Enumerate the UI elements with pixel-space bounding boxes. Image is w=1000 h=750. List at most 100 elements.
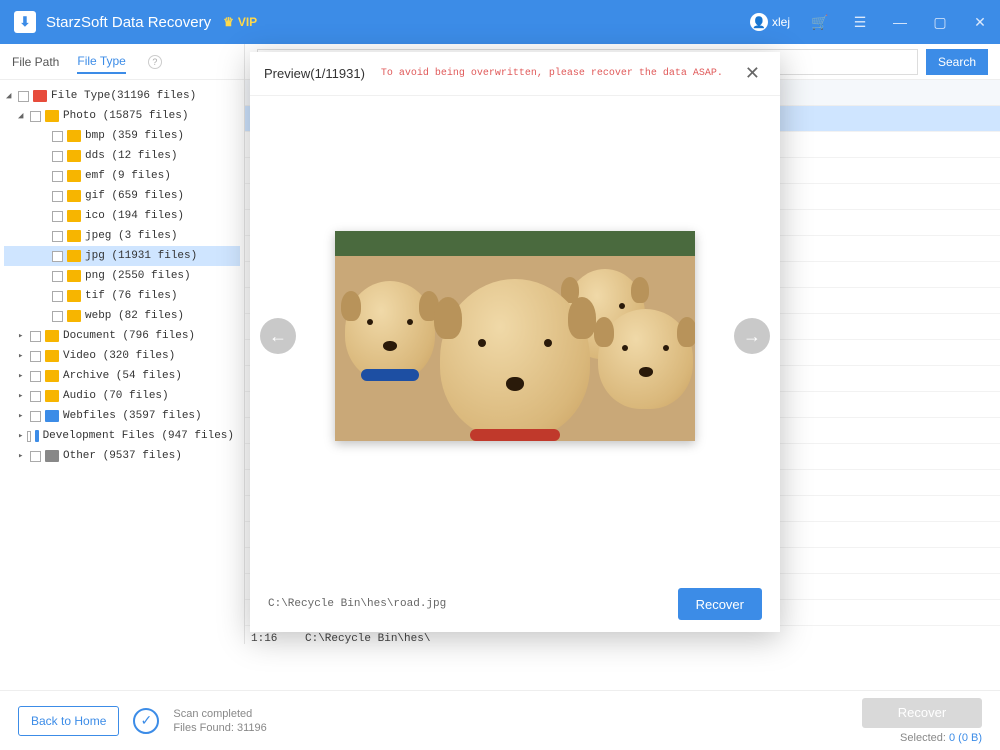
preview-body: ← →	[250, 96, 780, 576]
checkbox[interactable]	[52, 151, 63, 162]
tree-root-label: File Type(31196 files)	[51, 90, 196, 102]
back-to-home-button[interactable]: Back to Home	[18, 706, 119, 736]
folder-icon	[45, 350, 59, 362]
tree-item-other[interactable]: ▸ Other (9537 files)	[4, 446, 240, 466]
checkbox[interactable]	[52, 211, 63, 222]
checkbox[interactable]	[52, 271, 63, 282]
checkbox[interactable]	[30, 111, 41, 122]
preview-recover-button[interactable]: Recover	[678, 588, 762, 620]
folder-icon	[67, 230, 81, 242]
chevron-right-icon[interactable]: ▸	[18, 351, 26, 361]
help-icon[interactable]: ?	[148, 55, 162, 69]
preview-filepath: C:\Recycle Bin\hes\road.jpg	[268, 598, 678, 610]
tree-item-label: tif (76 files)	[85, 290, 177, 302]
scan-status: Scan completed Files Found: 31196	[173, 707, 266, 735]
next-arrow-icon[interactable]: →	[734, 318, 770, 354]
cell-path: C:\Recycle Bin\hes\	[295, 633, 1000, 645]
tree-item-label: webp (82 files)	[85, 310, 184, 322]
folder-icon	[67, 290, 81, 302]
chevron-right-icon[interactable]: ▸	[18, 391, 26, 401]
tree-item-label: Audio (70 files)	[63, 390, 169, 402]
sidebar-tabs: File Path File Type ?	[0, 44, 244, 80]
checkbox[interactable]	[30, 331, 41, 342]
folder-icon	[67, 310, 81, 322]
tree-item-dds[interactable]: dds (12 files)	[4, 146, 240, 166]
tree-item-tif[interactable]: tif (76 files)	[4, 286, 240, 306]
close-icon[interactable]: ✕	[739, 59, 766, 88]
folder-icon	[67, 250, 81, 262]
preview-header: Preview(1/11931) To avoid being overwrit…	[250, 52, 780, 96]
preview-warning: To avoid being overwritten, please recov…	[377, 68, 727, 79]
avatar-icon: 👤	[750, 13, 768, 31]
folder-icon	[45, 330, 59, 342]
tree-item-bmp[interactable]: bmp (359 files)	[4, 126, 240, 146]
recover-button[interactable]: Recover	[862, 698, 982, 728]
search-button[interactable]: Search	[926, 49, 988, 75]
checkbox[interactable]	[52, 251, 63, 262]
vip-label: VIP	[238, 15, 257, 29]
tree-item-document[interactable]: ▸ Document (796 files)	[4, 326, 240, 346]
folder-icon	[45, 410, 59, 422]
tree-item-label: Webfiles (3597 files)	[63, 410, 202, 422]
tree-item-label: Document (796 files)	[63, 330, 195, 342]
vip-badge[interactable]: ♛ VIP	[223, 15, 257, 29]
title-bar: ⬇ StarzSoft Data Recovery ♛ VIP 👤 xlej 🛒…	[0, 0, 1000, 44]
tree-item-png[interactable]: png (2550 files)	[4, 266, 240, 286]
checkbox[interactable]	[30, 351, 41, 362]
minimize-icon[interactable]: —	[880, 0, 920, 44]
tree-item-audio[interactable]: ▸ Audio (70 files)	[4, 386, 240, 406]
cell-time: 1:16	[245, 633, 295, 645]
chevron-right-icon[interactable]: ▸	[18, 371, 26, 381]
cart-icon[interactable]: 🛒	[800, 0, 840, 44]
user-account[interactable]: 👤 xlej	[750, 13, 790, 31]
tree-item-jpg[interactable]: jpg (11931 files)	[4, 246, 240, 266]
selected-value: 0 (0 B)	[949, 732, 982, 744]
checkbox[interactable]	[52, 191, 63, 202]
tree-item-label: jpeg (3 files)	[85, 230, 177, 242]
tree-item-ico[interactable]: ico (194 files)	[4, 206, 240, 226]
tree-item-label: png (2550 files)	[85, 270, 191, 282]
tree-item-label: Development Files (947 files)	[43, 430, 234, 442]
chevron-right-icon[interactable]: ▸	[18, 431, 23, 441]
tree-item-webp[interactable]: webp (82 files)	[4, 306, 240, 326]
chevron-down-icon[interactable]: ◢	[6, 91, 14, 101]
tree-item-webfiles[interactable]: ▸ Webfiles (3597 files)	[4, 406, 240, 426]
prev-arrow-icon[interactable]: ←	[260, 318, 296, 354]
chevron-down-icon[interactable]: ◢	[18, 111, 26, 121]
chevron-right-icon[interactable]: ▸	[18, 451, 26, 461]
folder-icon	[67, 150, 81, 162]
checkbox[interactable]	[30, 371, 41, 382]
tree-item-video[interactable]: ▸Video (320 files)	[4, 346, 240, 366]
checkbox[interactable]	[30, 411, 41, 422]
checkbox[interactable]	[30, 451, 41, 462]
preview-title: Preview(1/11931)	[264, 66, 365, 81]
checkbox[interactable]	[27, 431, 31, 442]
tree-item-gif[interactable]: gif (659 files)	[4, 186, 240, 206]
tree-item-dev[interactable]: ▸ Development Files (947 files)	[4, 426, 240, 446]
menu-icon[interactable]: ☰	[840, 0, 880, 44]
checkbox[interactable]	[52, 311, 63, 322]
maximize-icon[interactable]: ▢	[920, 0, 960, 44]
tab-file-type[interactable]: File Type	[77, 50, 125, 74]
close-window-icon[interactable]: ✕	[960, 0, 1000, 44]
tree-item-label: Other (9537 files)	[63, 450, 182, 462]
tree-item-emf[interactable]: emf (9 files)	[4, 166, 240, 186]
folder-icon	[45, 370, 59, 382]
tree-item-jpeg[interactable]: jpeg (3 files)	[4, 226, 240, 246]
checkbox[interactable]	[18, 91, 29, 102]
tab-file-path[interactable]: File Path	[12, 51, 59, 73]
scan-complete-icon: ✓	[133, 708, 159, 734]
tree-root[interactable]: ◢ File Type(31196 files)	[4, 86, 240, 106]
chevron-right-icon[interactable]: ▸	[18, 411, 26, 421]
chevron-right-icon[interactable]: ▸	[18, 331, 26, 341]
checkbox[interactable]	[52, 131, 63, 142]
user-name: xlej	[772, 15, 790, 29]
checkbox[interactable]	[52, 231, 63, 242]
tree-item-archive[interactable]: ▸Archive (54 files)	[4, 366, 240, 386]
checkbox[interactable]	[52, 171, 63, 182]
tree-item-label: dds (12 files)	[85, 150, 177, 162]
checkbox[interactable]	[52, 291, 63, 302]
checkbox[interactable]	[30, 391, 41, 402]
app-title: StarzSoft Data Recovery	[46, 14, 211, 31]
tree-photo[interactable]: ◢ Photo (15875 files)	[4, 106, 240, 126]
